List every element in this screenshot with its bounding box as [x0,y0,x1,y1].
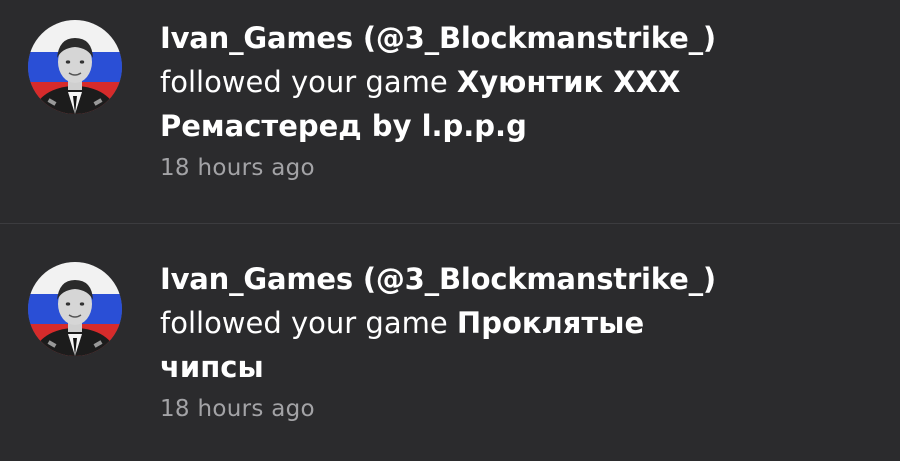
timestamp: 18 hours ago [160,396,315,422]
username-link[interactable]: Ivan_Games (@3_Blockmanstrike_) [160,17,860,60]
notification-item[interactable]: Ivan_Games (@3_Blockmanstrike_) followed… [0,225,900,461]
notification-content: Ivan_Games (@3_Blockmanstrike_) followed… [160,17,860,186]
user-avatar-icon [28,20,122,114]
game-title-link[interactable]: Хуюнтик XXX [457,65,680,99]
avatar[interactable] [28,20,122,114]
game-title-link-continued[interactable]: Ремастеред by l.p.p.g [160,109,527,143]
timestamp: 18 hours ago [160,155,315,181]
action-text: followed your game [160,306,448,340]
username-link[interactable]: Ivan_Games (@3_Blockmanstrike_) [160,258,860,301]
notification-message: followed your game Хуюнтик XXX [160,60,860,104]
notification-feed: Ivan_Games (@3_Blockmanstrike_) followed… [0,0,900,461]
notification-message: followed your game Проклятые [160,301,860,345]
notification-message-continued: Ремастеред by l.p.p.g [160,104,860,148]
user-avatar-icon [28,262,122,356]
notification-content: Ivan_Games (@3_Blockmanstrike_) followed… [160,258,860,427]
notification-message-continued: чипсы [160,345,860,389]
notification-item[interactable]: Ivan_Games (@3_Blockmanstrike_) followed… [0,0,900,224]
game-title-link[interactable]: Проклятые [457,306,644,340]
avatar[interactable] [28,262,122,356]
action-text: followed your game [160,65,448,99]
game-title-link-continued[interactable]: чипсы [160,350,264,384]
